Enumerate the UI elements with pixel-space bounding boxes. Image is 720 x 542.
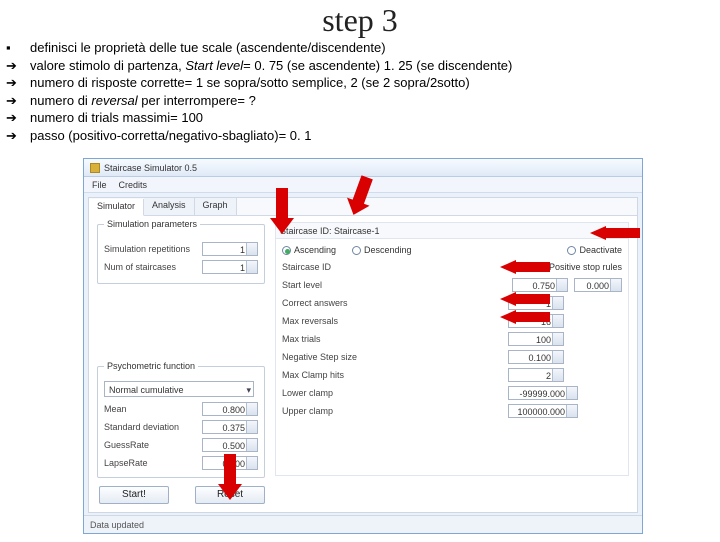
label-max-reversals: Max reversals — [282, 316, 338, 326]
label-guess: GuessRate — [104, 440, 149, 450]
tab-simulator[interactable]: Simulator — [89, 199, 144, 216]
bullet-marker: ▪ — [6, 39, 30, 57]
input-mean[interactable]: 0.800 — [202, 402, 258, 416]
menu-file[interactable]: File — [92, 180, 107, 190]
input-guess[interactable]: 0.500 — [202, 438, 258, 452]
label-upper-clamp: Upper clamp — [282, 406, 333, 416]
input-max-clamp-hits[interactable]: 2 — [508, 368, 564, 382]
label-sd: Standard deviation — [104, 422, 179, 432]
bullet-text: numero di risposte corrette= 1 se sopra/… — [30, 74, 470, 92]
annotation-arrow-7 — [218, 454, 242, 502]
annotation-arrow-6 — [500, 310, 550, 324]
window-titlebar: Staircase Simulator 0.5 — [84, 159, 642, 177]
bullet-marker: ➔ — [6, 57, 30, 75]
tab-analysis[interactable]: Analysis — [144, 198, 195, 215]
label-neg-step: Negative Step size — [282, 352, 357, 362]
combo-psychometric[interactable]: Normal cumulative — [104, 381, 254, 397]
start-button[interactable]: Start! — [99, 486, 169, 504]
group-simulation: Simulation parameters Simulation repetit… — [97, 224, 265, 284]
client-area: Simulator Analysis Graph Simulation para… — [88, 197, 638, 513]
input-sd[interactable]: 0.375 — [202, 420, 258, 434]
radio-descending[interactable]: Descending — [352, 245, 412, 255]
radio-ascending[interactable]: Ascending — [282, 245, 336, 255]
label-max-trials: Max trials — [282, 334, 321, 344]
staircase-panel: Staircase ID: Staircase-1 Ascending Desc… — [275, 222, 629, 476]
menu-credits[interactable]: Credits — [119, 180, 148, 190]
label-num-staircases: Num of staircases — [104, 262, 176, 272]
annotation-arrow-5 — [500, 292, 550, 306]
label-mean: Mean — [104, 404, 127, 414]
app-icon — [90, 163, 100, 173]
tab-graph[interactable]: Graph — [195, 198, 237, 215]
label-positive-rules: Positive stop rules — [549, 262, 622, 272]
bullet-list: ▪definisci le proprietà delle tue scale … — [0, 39, 720, 144]
bullet-item: ➔numero di trials massimi= 100 — [6, 109, 720, 127]
label-repetitions: Simulation repetitions — [104, 244, 190, 254]
status-bar: Data updated — [84, 515, 642, 533]
bullet-marker: ➔ — [6, 109, 30, 127]
window-title: Staircase Simulator 0.5 — [104, 163, 197, 173]
input-start-level[interactable]: 0.750 — [512, 278, 568, 292]
annotation-arrow-1 — [270, 188, 294, 236]
bullet-marker: ➔ — [6, 127, 30, 145]
label-lapse: LapseRate — [104, 458, 148, 468]
input-start-level-2[interactable]: 0.000 — [574, 278, 622, 292]
bullet-text: valore stimolo di partenza, Start level=… — [30, 57, 512, 75]
bullet-text: numero di reversal per interrompere= ? — [30, 92, 256, 110]
label-max-clamp-hits: Max Clamp hits — [282, 370, 344, 380]
input-lower-clamp[interactable]: -99999.000 — [508, 386, 578, 400]
label-staircase-id: Staircase ID — [282, 262, 331, 272]
annotation-arrow-4 — [500, 260, 550, 274]
bullet-text: passo (positivo-corretta/negativo-sbagli… — [30, 127, 311, 145]
input-upper-clamp[interactable]: 100000.000 — [508, 404, 578, 418]
bullet-item: ➔passo (positivo-corretta/negativo-sbagl… — [6, 127, 720, 145]
staircase-header: Staircase ID: Staircase-1 — [276, 223, 628, 239]
bullet-marker: ➔ — [6, 92, 30, 110]
radio-deactivate[interactable]: Deactivate — [567, 245, 622, 255]
group-psychometric-legend: Psychometric function — [104, 361, 198, 371]
annotation-arrow-3 — [590, 226, 640, 240]
input-neg-step[interactable]: 0.100 — [508, 350, 564, 364]
input-repetitions[interactable]: 1 — [202, 242, 258, 256]
bullet-text: numero di trials massimi= 100 — [30, 109, 203, 127]
input-max-trials[interactable]: 100 — [508, 332, 564, 346]
bullet-item: ▪definisci le proprietà delle tue scale … — [6, 39, 720, 57]
label-lower-clamp: Lower clamp — [282, 388, 333, 398]
input-num-staircases[interactable]: 1 — [202, 260, 258, 274]
group-simulation-legend: Simulation parameters — [104, 219, 200, 229]
bullet-item: ➔valore stimolo di partenza, Start level… — [6, 57, 720, 75]
bullet-marker: ➔ — [6, 74, 30, 92]
bullet-item: ➔numero di reversal per interrompere= ? — [6, 92, 720, 110]
page-title: step 3 — [0, 2, 720, 39]
label-correct-answers: Correct answers — [282, 298, 348, 308]
bullet-item: ➔numero di risposte corrette= 1 se sopra… — [6, 74, 720, 92]
bullet-text: definisci le proprietà delle tue scale (… — [30, 39, 386, 57]
label-start-level: Start level — [282, 280, 322, 290]
